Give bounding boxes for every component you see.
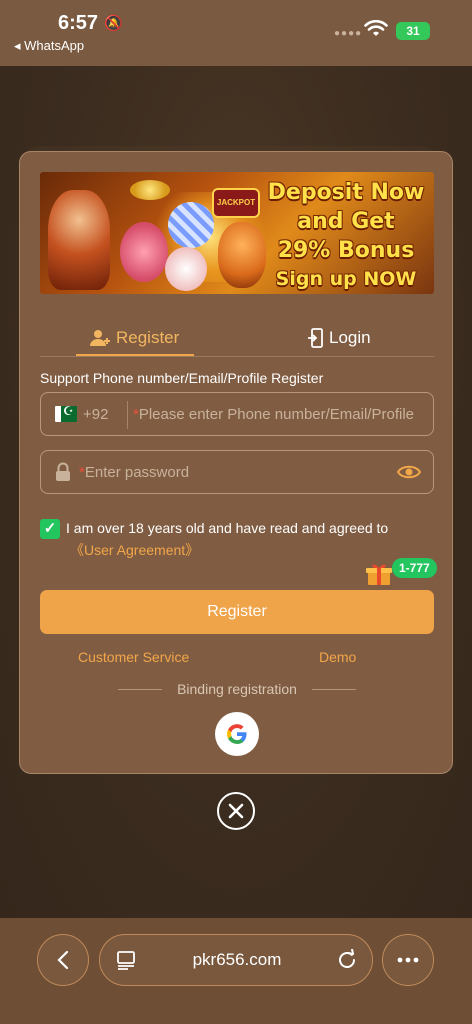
reload-icon[interactable]	[336, 948, 358, 976]
wifi-icon	[364, 19, 388, 43]
register-modal: JACKPOT Deposit Now and Get 29% Bonus Si…	[19, 151, 453, 774]
address-bar[interactable]: pkr656.com	[99, 934, 373, 986]
phone-placeholder: *Please enter Phone number/Email/Profile	[133, 406, 414, 423]
browser-back-button[interactable]	[37, 934, 89, 986]
demo-link[interactable]: Demo	[319, 649, 356, 665]
banner-character-pig	[120, 222, 168, 282]
customer-service-link[interactable]: Customer Service	[78, 649, 189, 665]
close-icon	[228, 803, 244, 819]
tab-register-label: Register	[116, 328, 180, 347]
status-time: 6:57	[58, 12, 99, 34]
phone-email-field[interactable]: +92 *Please enter Phone number/Email/Pro…	[40, 392, 434, 436]
password-field[interactable]: *Enter password	[40, 450, 434, 494]
eye-icon[interactable]	[396, 463, 422, 486]
browser-toolbar: pkr656.com	[0, 918, 472, 1024]
promo-banner[interactable]: JACKPOT Deposit Now and Get 29% Bonus Si…	[40, 172, 434, 294]
url-text: pkr656.com	[192, 950, 282, 969]
binding-divider: Binding registration	[118, 680, 356, 698]
lock-icon	[55, 462, 71, 487]
login-door-icon	[307, 328, 323, 348]
agree-checkbox[interactable]: ✓	[40, 519, 60, 539]
country-code[interactable]: +92	[83, 406, 108, 423]
tabs-divider	[40, 356, 434, 357]
banner-headline: Deposit Now and Get 29% Bonus Sign up NO…	[258, 178, 434, 294]
tab-login[interactable]: Login	[307, 320, 371, 356]
user-agreement-link[interactable]: 《User Agreement》	[70, 540, 199, 560]
tab-login-label: Login	[329, 328, 371, 347]
google-icon	[227, 724, 247, 744]
field-separator	[127, 401, 128, 429]
banner-character-girl	[48, 190, 110, 290]
tab-register[interactable]: Register	[90, 320, 179, 356]
silent-bell-icon: 🔕	[104, 15, 123, 32]
banner-character-rabbit	[165, 247, 207, 291]
add-user-icon	[90, 329, 110, 347]
agree-text: I am over 18 years old and have read and…	[66, 520, 389, 536]
battery-icon: 31	[396, 22, 430, 40]
gift-icon[interactable]	[366, 562, 392, 586]
signal-dots-icon: ●●●●	[334, 28, 363, 39]
google-login-button[interactable]	[215, 712, 259, 756]
banner-jackpot-sign: JACKPOT	[212, 188, 260, 218]
banner-coins	[130, 180, 170, 200]
active-tab-indicator	[76, 354, 194, 356]
chevron-left-icon	[57, 950, 69, 970]
banner-line-4: Sign up NOW	[275, 268, 417, 290]
banner-line-1: Deposit Now	[267, 180, 425, 205]
bonus-badge: 1-777	[392, 558, 437, 578]
banner-line-3: 29% Bonus	[277, 238, 415, 263]
password-placeholder: *Enter password	[79, 464, 190, 481]
banner-line-2: and Get	[297, 209, 395, 234]
banner-disco-ball	[168, 202, 214, 248]
more-dots-icon	[397, 957, 419, 963]
pakistan-flag-icon[interactable]	[55, 404, 77, 422]
status-bar: 6:57 🔕 ◂ WhatsApp ●●●● 31	[0, 0, 472, 66]
more-options-button[interactable]	[382, 934, 434, 986]
divider-line-right	[312, 689, 356, 690]
support-label: Support Phone number/Email/Profile Regis…	[40, 370, 324, 386]
back-to-app-link[interactable]: ◂ WhatsApp	[14, 38, 84, 54]
close-modal-button[interactable]	[217, 792, 255, 830]
register-button[interactable]: Register	[40, 590, 434, 634]
